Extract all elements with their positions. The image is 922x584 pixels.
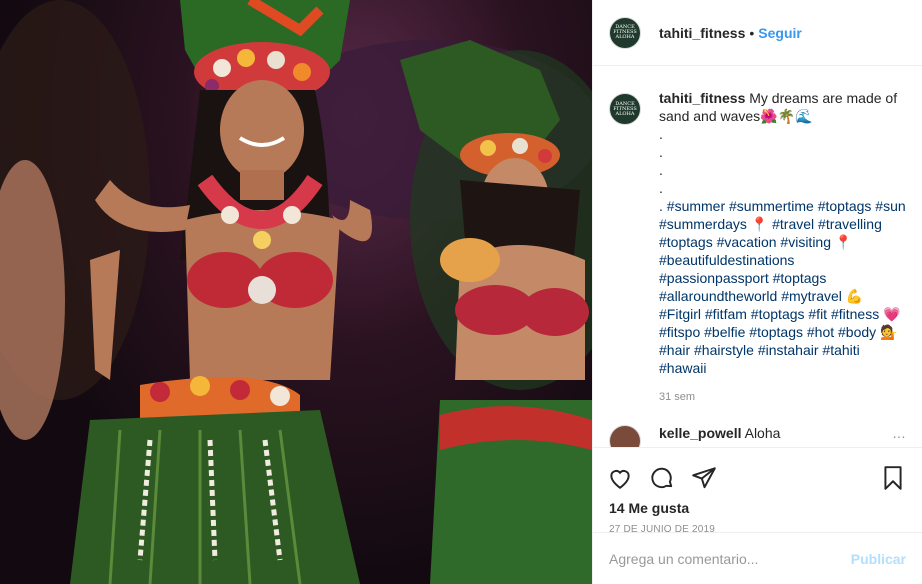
caption-avatar[interactable]: DANCE FITNESS ALOHA [609,93,641,125]
bookmark-icon[interactable] [880,465,906,491]
comment-icon[interactable] [649,465,675,491]
comment-input[interactable] [609,550,851,567]
heart-icon[interactable] [607,465,633,491]
post-panel: DANCE FITNESS ALOHA tahiti_fitness • Seg… [592,0,922,584]
caption-text: tahiti_fitness My dreams are made of san… [659,89,906,377]
avatar-text-3: ALOHA [615,110,635,117]
follow-button[interactable]: Seguir [758,25,802,41]
caption-dot: . [659,126,663,142]
caption-dot: . [659,162,663,178]
caption-hashtags[interactable]: . #summer #summertime #toptags #sun #sum… [659,197,906,377]
comment-avatar[interactable] [609,425,641,447]
comment-item: kelle_powell Aloha … [609,425,906,447]
add-comment-bar: Publicar [593,532,922,584]
post-photo[interactable] [0,0,592,584]
avatar-text-3: ALOHA [615,34,635,40]
comment-body: Aloha [741,425,781,441]
caption: DANCE FITNESS ALOHA tahiti_fitness My dr… [609,89,906,377]
action-icons [593,448,922,498]
comments-section[interactable]: DANCE FITNESS ALOHA tahiti_fitness My dr… [593,67,922,447]
caption-dot: . [659,180,663,196]
likes-count[interactable]: 14 Me gusta [593,500,922,516]
caption-dots: . . . . [659,125,906,197]
more-options-icon[interactable]: … [892,425,906,441]
username-link[interactable]: tahiti_fitness [659,25,745,41]
publish-button[interactable]: Publicar [851,551,906,567]
caption-username[interactable]: tahiti_fitness [659,90,745,106]
avatar[interactable]: DANCE FITNESS ALOHA [609,16,641,49]
comment-text: kelle_powell Aloha [659,425,780,441]
caption-dot: . [659,144,663,160]
separator-dot: • [749,24,755,41]
comment-username[interactable]: kelle_powell [659,425,741,441]
post-header: DANCE FITNESS ALOHA tahiti_fitness • Seg… [593,0,922,66]
caption-time: 31 sem [659,391,696,403]
dancers-photo [0,0,592,584]
share-icon[interactable] [691,465,717,491]
actions-section: 14 Me gusta 27 DE JUNIO DE 2019 Publicar [593,447,922,584]
